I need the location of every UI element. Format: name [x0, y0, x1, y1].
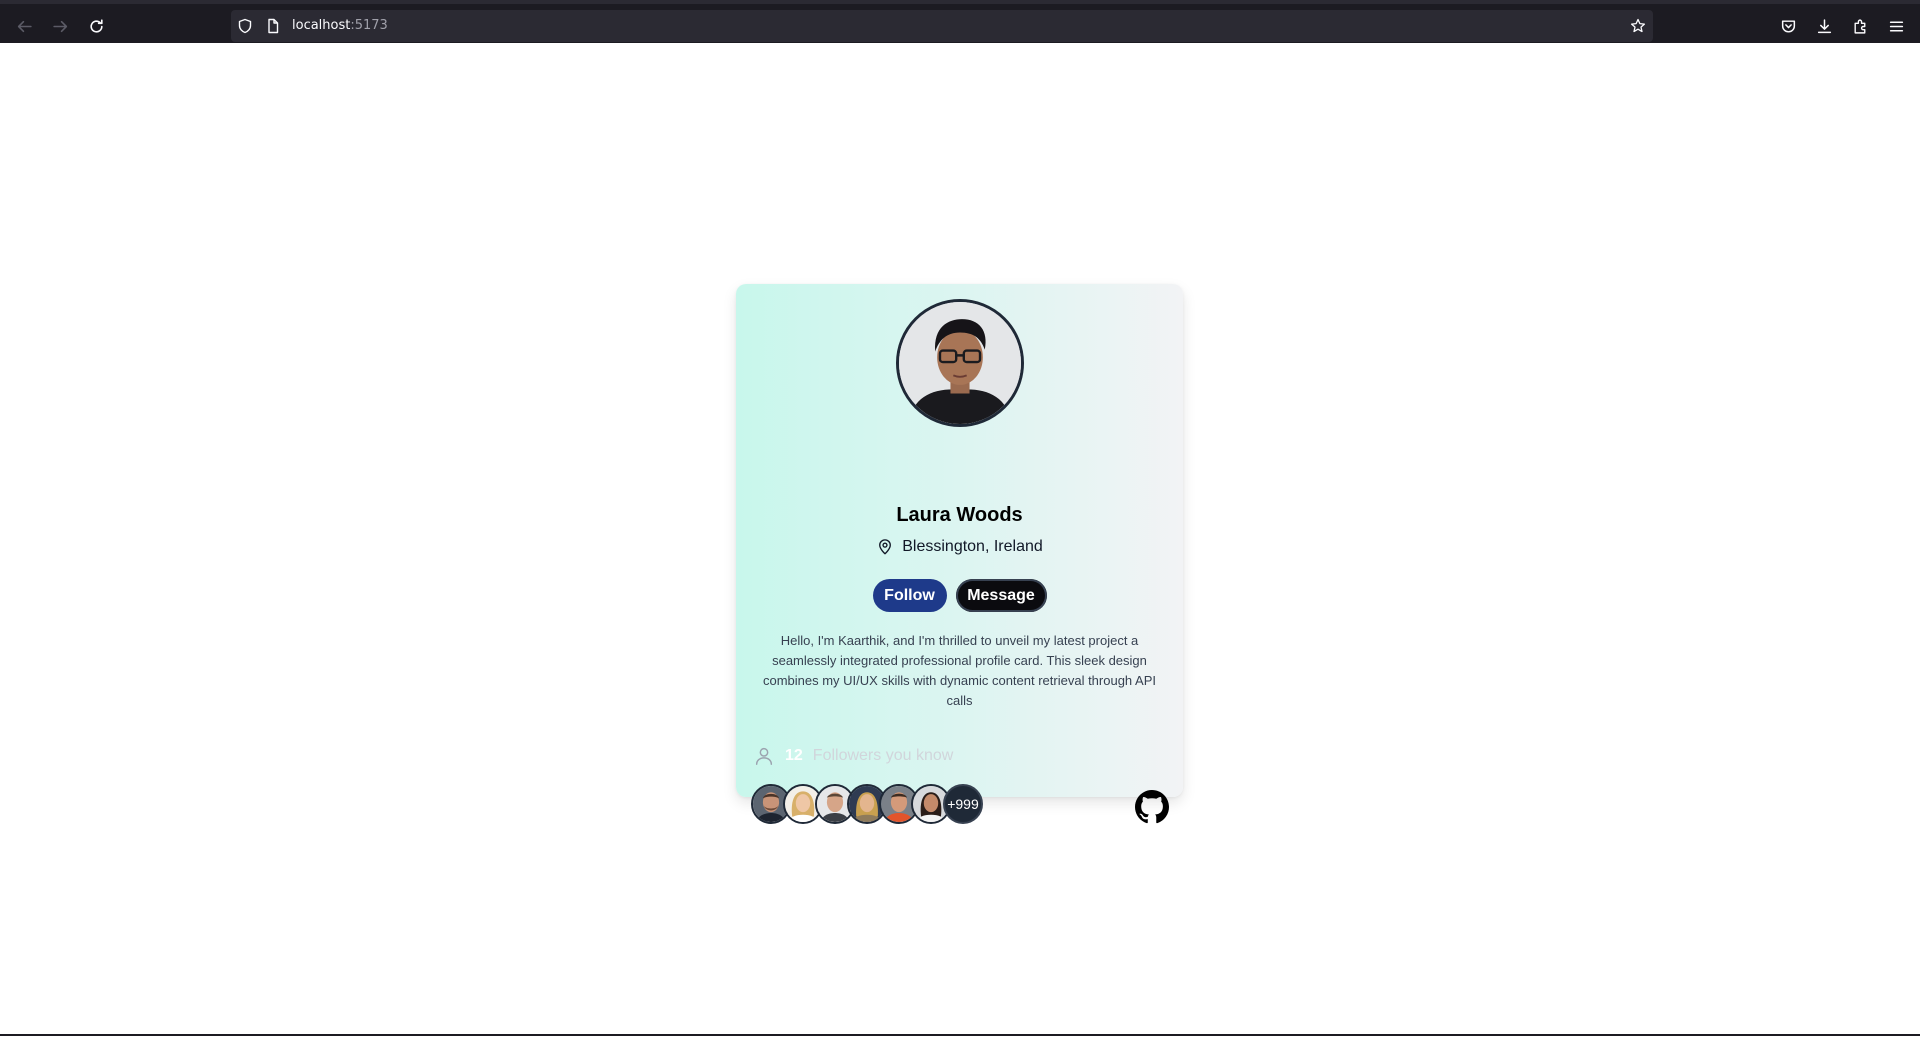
- github-icon[interactable]: [1135, 790, 1169, 824]
- pocket-icon[interactable]: [1776, 14, 1800, 38]
- follow-button[interactable]: Follow: [872, 579, 947, 612]
- arrow-right-icon: [52, 20, 67, 32]
- bookmark-star-icon[interactable]: [1629, 17, 1647, 35]
- reload-button[interactable]: [83, 13, 109, 39]
- followers-label-text: Followers you know: [812, 747, 954, 764]
- browser-toolbar: localhost:5173: [0, 0, 1920, 43]
- forward-button[interactable]: [47, 13, 73, 39]
- page: Laura Woods Blessington, Ireland Follow …: [0, 43, 1920, 1036]
- menu-icon[interactable]: [1884, 14, 1908, 38]
- user-icon: [753, 745, 775, 767]
- profile-card: Laura Woods Blessington, Ireland Follow …: [736, 284, 1183, 824]
- profile-location: Blessington, Ireland: [736, 538, 1183, 556]
- follower-avatars: +999: [751, 784, 983, 826]
- map-pin-icon: [876, 538, 894, 556]
- shield-icon[interactable]: [236, 17, 254, 35]
- followers-count: 12: [785, 747, 803, 764]
- url-host: localhost: [292, 18, 351, 33]
- location-text: Blessington, Ireland: [902, 538, 1043, 555]
- back-button[interactable]: [11, 13, 37, 39]
- extensions-icon[interactable]: [1848, 14, 1872, 38]
- page-bottom-border: [0, 1034, 1920, 1036]
- profile-avatar: [896, 299, 1024, 427]
- arrow-left-icon: [17, 20, 32, 32]
- address-bar[interactable]: localhost:5173: [231, 10, 1653, 42]
- followers-you-know: 12 Followers you know: [753, 744, 953, 768]
- download-icon[interactable]: [1812, 14, 1836, 38]
- url-text[interactable]: localhost:5173: [292, 17, 388, 35]
- message-button[interactable]: Message: [955, 579, 1047, 612]
- profile-bio: Hello, I'm Kaarthik, and I'm thrilled to…: [762, 633, 1157, 708]
- page-info-icon[interactable]: [264, 17, 282, 35]
- url-port: :5173: [350, 18, 388, 33]
- more-followers-badge[interactable]: +999: [943, 784, 983, 824]
- reload-icon: [89, 18, 103, 33]
- profile-actions: Follow Message: [736, 579, 1183, 612]
- profile-name: Laura Woods: [896, 504, 1023, 526]
